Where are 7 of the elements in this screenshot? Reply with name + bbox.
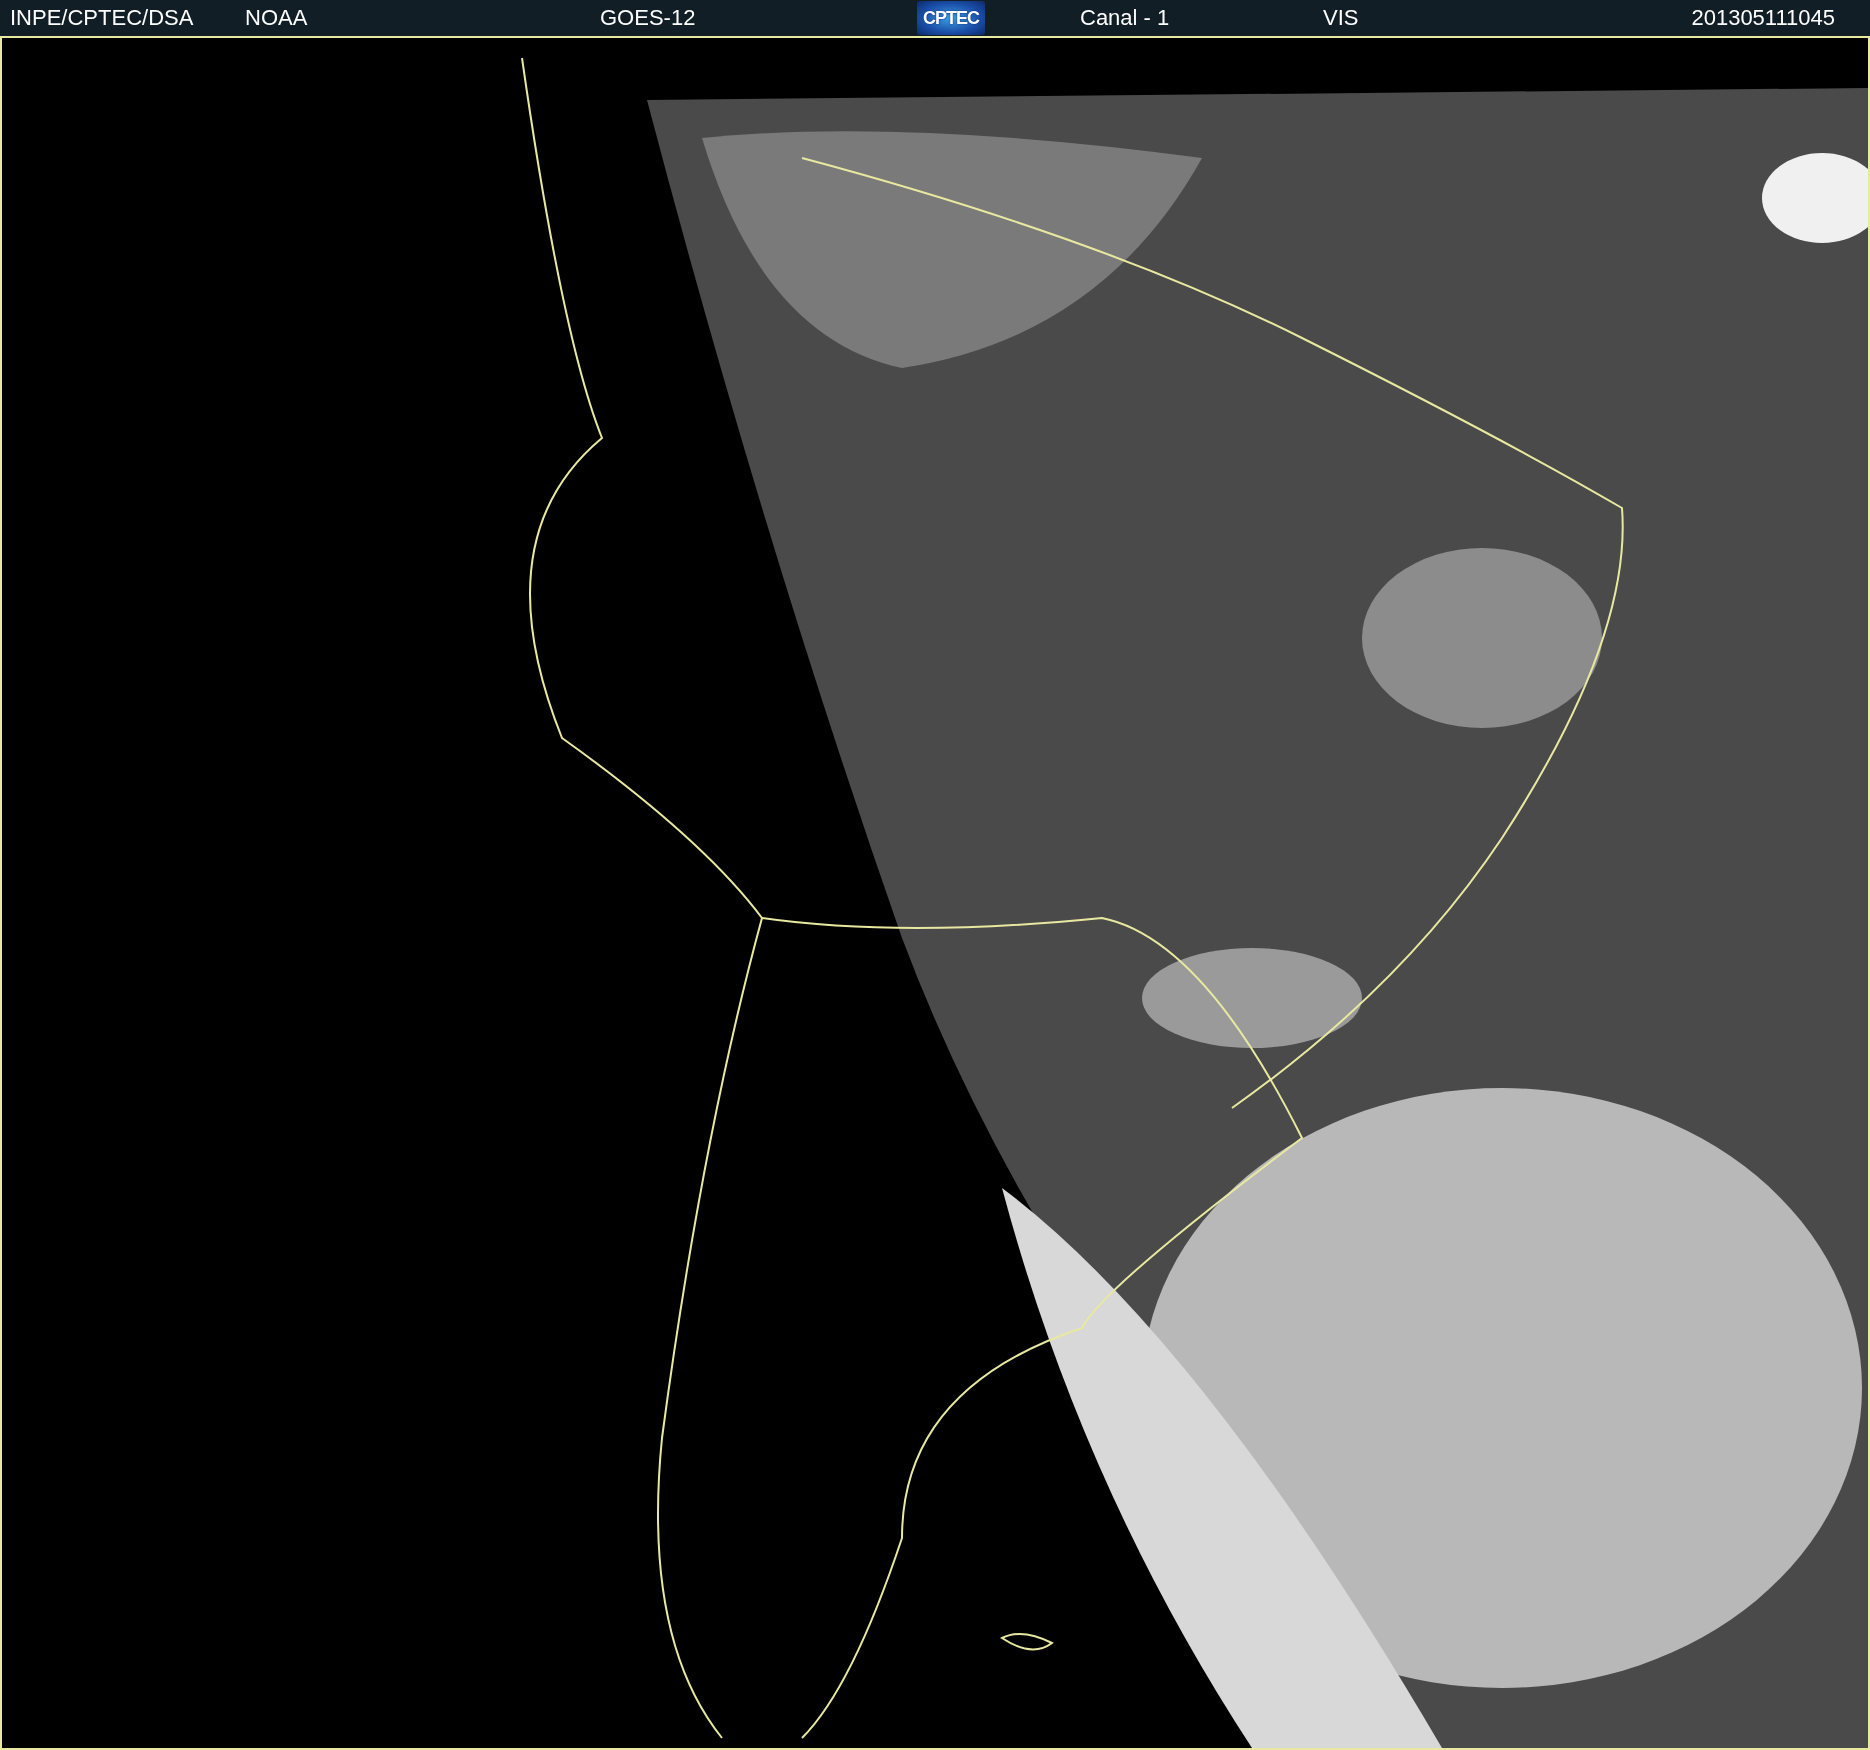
logo: CPTEC [917, 1, 985, 35]
header-label: GOES-12 [600, 5, 697, 31]
header-label: Canal - 1 [1080, 5, 1171, 31]
header-label: 201305111045 [1691, 5, 1835, 31]
header-label: INPE/CPTEC/DSA [10, 5, 195, 31]
header-label: VIS [1323, 5, 1360, 31]
header-label: NOAA [245, 5, 309, 31]
